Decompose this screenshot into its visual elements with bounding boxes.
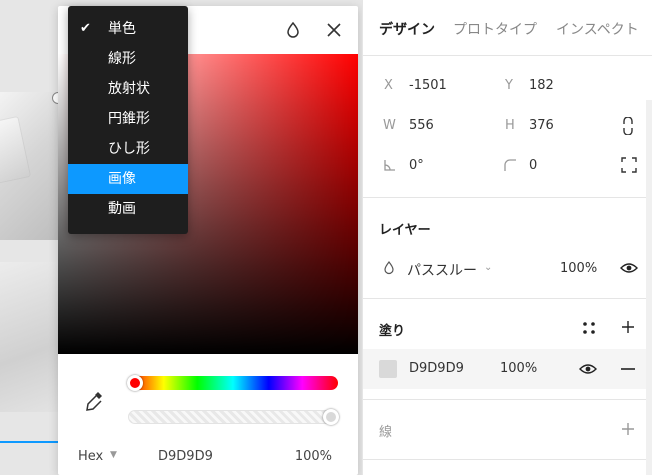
close-icon[interactable] (324, 20, 344, 40)
alpha-slider-thumb[interactable] (323, 409, 339, 425)
tab-prototype[interactable]: プロトタイプ (453, 19, 537, 39)
x-input[interactable]: -1501 (409, 78, 447, 93)
remove-fill-icon[interactable] (621, 368, 635, 370)
menu-item-linear[interactable]: 線形 (68, 44, 188, 74)
h-input[interactable]: 376 (529, 118, 554, 133)
eye-icon[interactable] (579, 363, 597, 375)
menu-item-image[interactable]: 画像 (68, 164, 188, 194)
fill-type-menu: ✔ 単色 線形 放射状 円錐形 ひし形 画像 動画 (68, 6, 188, 234)
drop-icon[interactable] (283, 20, 303, 40)
menu-item-angular[interactable]: 円錐形 (68, 104, 188, 134)
alpha-input[interactable]: 100% (295, 449, 332, 464)
independent-corners-icon[interactable] (621, 157, 637, 173)
styles-grid-icon[interactable] (582, 321, 596, 335)
blend-drop-icon (384, 261, 394, 275)
tab-design[interactable]: デザイン (379, 19, 435, 39)
menu-item-label: 動画 (108, 201, 136, 217)
divider (363, 55, 652, 56)
fill-hex-input[interactable]: D9D9D9 (409, 361, 464, 376)
rotation-icon (384, 160, 395, 171)
rotation-input[interactable]: 0° (409, 158, 424, 173)
divider (363, 459, 652, 460)
menu-item-solid[interactable]: ✔ 単色 (68, 14, 188, 44)
w-label: W (383, 118, 396, 133)
fill-section-title: 塗り (379, 324, 406, 339)
chevron-down-icon[interactable]: ⌄ (484, 262, 492, 273)
h-label: H (505, 118, 515, 133)
menu-item-radial[interactable]: 放射状 (68, 74, 188, 104)
fill-row[interactable]: D9D9D9 100% (363, 349, 652, 389)
fill-opacity-input[interactable]: 100% (500, 361, 537, 376)
tab-inspect[interactable]: インスペクト (556, 19, 639, 39)
menu-item-diamond[interactable]: ひし形 (68, 134, 188, 164)
menu-item-label: ひし形 (108, 141, 150, 157)
eye-icon[interactable] (620, 262, 638, 274)
corner-radius-icon (504, 159, 516, 171)
y-label: Y (505, 78, 513, 93)
stroke-section-title: 線 (379, 425, 393, 440)
x-label: X (384, 78, 393, 93)
hex-input[interactable]: D9D9D9 (158, 449, 213, 464)
divider (363, 197, 652, 198)
hue-slider[interactable] (127, 375, 338, 391)
menu-item-label: 放射状 (108, 81, 150, 97)
corner-radius-input[interactable]: 0 (529, 158, 537, 173)
alpha-slider[interactable] (128, 409, 339, 425)
scrollbar[interactable] (646, 100, 652, 475)
w-input[interactable]: 556 (409, 118, 434, 133)
menu-item-label: 円錐形 (108, 111, 150, 127)
properties-panel: デザイン プロトタイプ インスペクト X -1501 Y 182 W 556 H… (362, 0, 652, 475)
selection-line (0, 441, 60, 443)
canvas-image-bottom (0, 262, 60, 412)
check-icon: ✔ (80, 21, 91, 36)
menu-item-label: 単色 (108, 21, 136, 37)
picker-controls: Hex ▼ D9D9D9 100% (58, 354, 358, 475)
fill-swatch[interactable] (379, 360, 397, 378)
layer-section-title: レイヤー (379, 223, 431, 238)
hue-slider-thumb[interactable] (127, 375, 143, 391)
add-fill-icon[interactable] (621, 320, 635, 334)
layer-opacity-input[interactable]: 100% (560, 261, 597, 276)
y-input[interactable]: 182 (529, 78, 554, 93)
menu-item-label: 線形 (108, 51, 136, 67)
hex-row: Hex ▼ D9D9D9 100% (58, 449, 358, 471)
eyedropper-icon[interactable] (84, 390, 104, 414)
add-stroke-icon[interactable] (621, 422, 635, 436)
menu-item-label: 画像 (108, 171, 136, 187)
blend-mode-select[interactable]: パススルー (407, 260, 477, 280)
divider (363, 399, 652, 400)
divider (363, 298, 652, 299)
constrain-proportions-icon[interactable] (621, 117, 635, 135)
color-mode-select[interactable]: Hex (78, 449, 103, 464)
chevron-down-icon[interactable]: ▼ (110, 450, 117, 460)
menu-item-video[interactable]: 動画 (68, 194, 188, 224)
